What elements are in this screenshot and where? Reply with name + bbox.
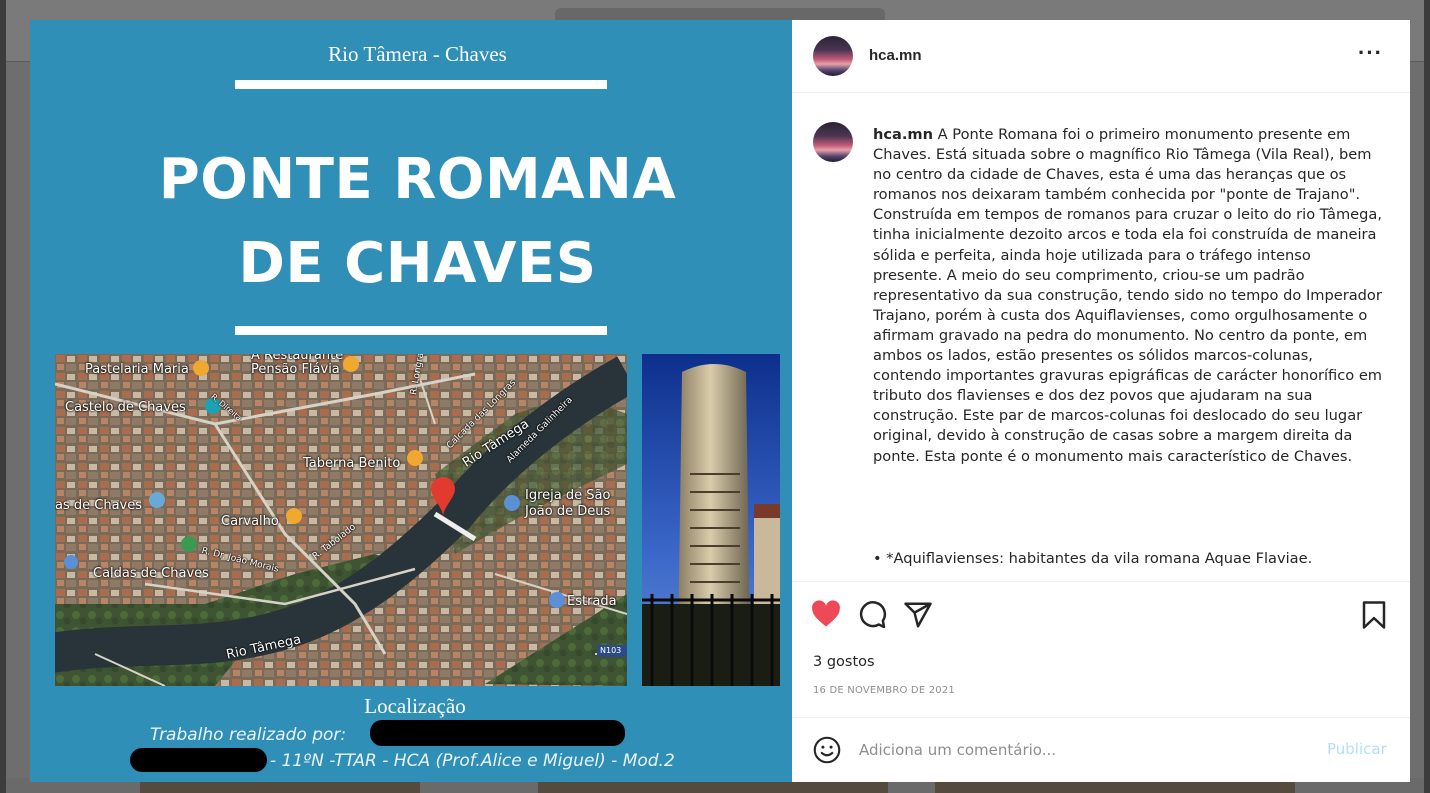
caption-footnote: • *Aquiflavienses: habitantes da vila ro… [873, 550, 1313, 567]
caption-body: A Ponte Romana foi o primeiro monumento … [873, 126, 1383, 465]
post-date[interactable]: 16 DE NOVEMBRO DE 2021 [813, 685, 955, 696]
poster-title-line2: DE CHAVES [238, 231, 597, 296]
caption-username[interactable]: hca.mn [873, 126, 933, 143]
caption-avatar[interactable] [813, 122, 853, 162]
column-photo [642, 354, 780, 686]
map-label: Estrada [567, 594, 617, 609]
map-label: R. Direita [209, 392, 244, 423]
publish-button[interactable]: Publicar [1327, 740, 1387, 758]
add-comment-bar: Publicar [792, 717, 1410, 782]
post-header: hca.mn ··· [792, 20, 1410, 93]
post-panel: hca.mn ··· hca.mn A Ponte Romana foi o p… [792, 20, 1410, 782]
caption-text: hca.mn A Ponte Romana foi o primeiro mon… [873, 125, 1383, 467]
poster-title-line1: PONTE ROMANA [158, 147, 677, 212]
poster-rule-top [235, 80, 607, 89]
redaction-bar [370, 720, 625, 746]
map-label: Castelo de Chaves [65, 400, 186, 415]
comment-icon[interactable] [857, 600, 887, 635]
paper-plane-icon[interactable] [903, 600, 933, 635]
post-modal: Rio Tâmera - Chaves PONTE ROMANA DE CHAV… [30, 20, 1410, 782]
map-label: R. Tabolado [311, 522, 358, 562]
map-label: Carvalho [221, 514, 279, 529]
map-label: Taberna Benito [303, 456, 401, 471]
map-label: Caldas de Chaves [93, 566, 209, 581]
action-bar: 3 gostos 16 DE NOVEMBRO DE 2021 [792, 581, 1410, 717]
window-edge-right [1424, 0, 1430, 793]
map-label: Rio Tâmega [225, 632, 303, 663]
header-username[interactable]: hca.mn [869, 47, 922, 64]
poster-title: PONTE ROMANA DE CHAVES [30, 138, 792, 306]
post-image[interactable]: Rio Tâmera - Chaves PONTE ROMANA DE CHAV… [30, 20, 792, 782]
poster-rule-bottom [235, 326, 607, 335]
more-options-icon[interactable]: ··· [1358, 40, 1383, 66]
bookmark-icon[interactable] [1361, 600, 1387, 635]
heart-filled-icon[interactable] [811, 600, 841, 633]
likes-count[interactable]: 3 gostos [813, 654, 875, 670]
avatar[interactable] [813, 36, 853, 76]
map-label: as de Chaves [55, 498, 143, 513]
map-label: Pastelaria Maria [85, 362, 189, 377]
poster-credit-line2: - 11ºN -TTAR - HCA (Prof.Alice e Miguel)… [270, 751, 675, 771]
window-edge-left [0, 0, 6, 793]
map-label: R. Longras [409, 354, 428, 396]
map-label: N103 [600, 646, 622, 655]
map-label: Igreja de São [525, 488, 611, 503]
map-label: R. Dr. João Morais [200, 546, 280, 575]
comment-input[interactable] [859, 738, 1299, 762]
location-map: A Restaurante Pastelaria Maria Pensão Fl… [55, 354, 627, 686]
poster-subtitle: Rio Tâmera - Chaves [328, 42, 507, 66]
poster-caption: Localização [364, 694, 466, 718]
redaction-bar [130, 748, 267, 772]
map-label: Pensão Flávia [251, 362, 340, 377]
caption-area: hca.mn A Ponte Romana foi o primeiro mon… [792, 94, 1410, 582]
poster-credit-line1: Trabalho realizado por: [150, 725, 347, 745]
smiley-icon[interactable] [813, 736, 841, 769]
map-label: João de Deus [525, 504, 611, 519]
